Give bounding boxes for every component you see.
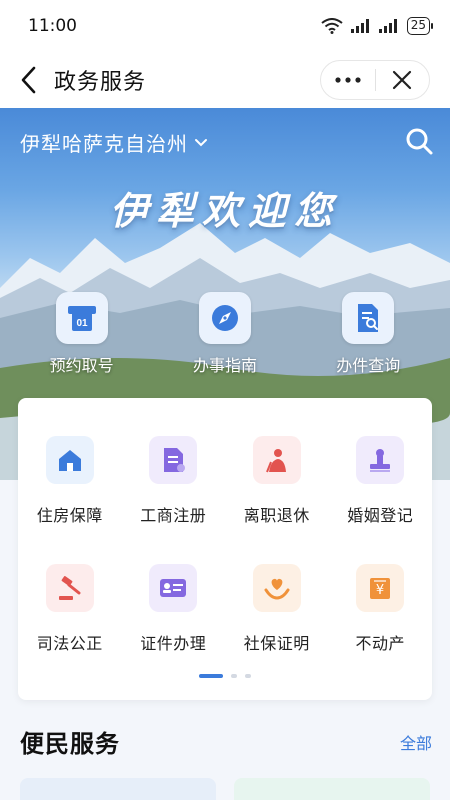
- more-dots-icon: [335, 77, 361, 83]
- ticket-number-icon: 01: [55, 292, 108, 344]
- miniapp-capsule: [320, 60, 430, 100]
- id-card-icon: [149, 564, 198, 612]
- battery-icon: 25: [406, 17, 434, 35]
- gavel-icon: [45, 564, 94, 612]
- service-label: 婚姻登记: [347, 506, 414, 525]
- document-search-icon: [342, 292, 395, 344]
- welcome-banner-text: 伊犁欢迎您: [109, 189, 340, 233]
- quick-action-appointment[interactable]: 01 预约取号: [27, 292, 137, 376]
- quick-action-label: 办事指南: [192, 356, 257, 375]
- region-selector[interactable]: 伊犁哈萨克自治州: [20, 128, 208, 157]
- property-certificate-icon: ¥: [356, 564, 405, 612]
- quick-action-guide[interactable]: 办事指南: [170, 292, 280, 376]
- quick-action-label: 预约取号: [49, 356, 114, 375]
- service-business-registration[interactable]: 工商注册: [122, 436, 226, 526]
- heart-hand-icon: [252, 564, 301, 612]
- wifi-icon: [321, 18, 343, 34]
- close-button[interactable]: [376, 61, 430, 99]
- signal-icon: [350, 19, 369, 33]
- service-marriage[interactable]: 婚姻登记: [329, 436, 433, 526]
- pagination-dot-active[interactable]: [199, 674, 223, 678]
- compass-icon: [198, 292, 251, 344]
- quick-actions: 01 预约取号 办事指南 办件查询: [0, 292, 450, 376]
- status-icons: 25: [321, 17, 434, 35]
- quick-action-label: 办件查询: [336, 356, 401, 375]
- service-social-security[interactable]: 社保证明: [225, 564, 329, 654]
- service-certificates[interactable]: 证件办理: [122, 564, 226, 654]
- svg-text:¥: ¥: [376, 583, 384, 598]
- status-time: 11:00: [28, 16, 77, 36]
- service-label: 离职退休: [243, 506, 310, 525]
- search-button[interactable]: [404, 126, 434, 156]
- service-label: 工商注册: [140, 506, 207, 525]
- nav-bar: 政务服务: [0, 52, 450, 108]
- service-real-estate[interactable]: ¥ 不动产: [329, 564, 433, 654]
- section-title: 便民服务: [20, 730, 120, 758]
- pagination-dot[interactable]: [245, 674, 251, 678]
- search-icon: [406, 128, 433, 155]
- service-label: 社保证明: [243, 634, 310, 653]
- service-retirement[interactable]: 离职退休: [225, 436, 329, 526]
- service-label: 不动产: [355, 634, 405, 653]
- convenience-card-right[interactable]: [234, 778, 430, 800]
- chevron-left-icon: [21, 66, 36, 94]
- close-icon: [393, 70, 412, 90]
- page-title: 政务服务: [54, 70, 147, 95]
- retiree-icon: [252, 436, 301, 484]
- services-card: 住房保障 工商注册 离职退休 婚姻登记 司法公正 证件办理 社保证明 ¥ 不动产: [18, 398, 432, 700]
- region-name: 伊犁哈萨克自治州: [20, 132, 188, 156]
- back-button[interactable]: [2, 52, 54, 108]
- status-bar: 11:00 25: [0, 0, 450, 52]
- service-label: 住房保障: [36, 506, 103, 525]
- house-icon: [45, 436, 94, 484]
- ticket-number-badge: 01: [76, 318, 88, 329]
- service-justice[interactable]: 司法公正: [18, 564, 122, 654]
- view-all-link[interactable]: 全部: [400, 730, 432, 754]
- chevron-down-icon: [195, 138, 207, 146]
- quick-action-query[interactable]: 办件查询: [313, 292, 423, 376]
- pagination-dot[interactable]: [231, 674, 237, 678]
- more-button[interactable]: [321, 61, 375, 99]
- signal-icon-2: [378, 19, 397, 33]
- services-grid: 住房保障 工商注册 离职退休 婚姻登记 司法公正 证件办理 社保证明 ¥ 不动产: [18, 398, 432, 654]
- stamp-icon: [356, 436, 405, 484]
- document-icon: [149, 436, 198, 484]
- pagination-dots: [18, 674, 432, 678]
- convenience-section-header: 便民服务 全部: [20, 724, 432, 759]
- convenience-card-left[interactable]: [20, 778, 216, 800]
- service-label: 证件办理: [140, 634, 207, 653]
- service-label: 司法公正: [36, 634, 103, 653]
- service-housing[interactable]: 住房保障: [18, 436, 122, 526]
